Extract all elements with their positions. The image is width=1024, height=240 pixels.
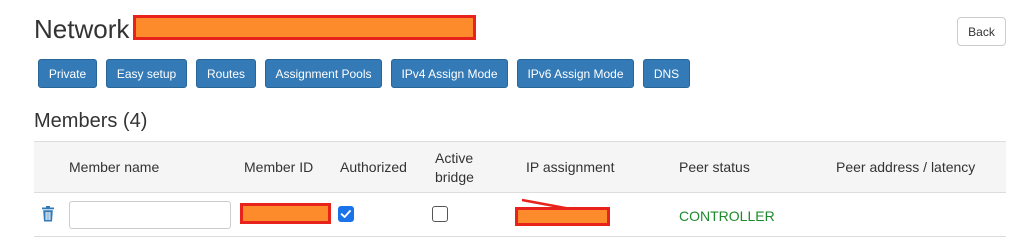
active-bridge-checkbox[interactable] <box>432 206 448 222</box>
members-heading: Members (4) <box>34 110 148 132</box>
redacted-member-id <box>240 203 331 224</box>
row-divider <box>34 236 1006 237</box>
column-header-peer-status: Peer status <box>679 159 750 175</box>
column-header-member-name: Member name <box>69 159 160 175</box>
column-header-ip-assignment: IP assignment <box>526 159 615 175</box>
column-header-active-bridge-line2: bridge <box>435 169 474 185</box>
checkmark-icon <box>340 210 351 218</box>
dns-button[interactable]: DNS <box>643 59 690 88</box>
column-header-peer-address: Peer address / latency <box>836 159 976 175</box>
peer-status-value: CONTROLLER <box>679 208 775 224</box>
member-name-input[interactable] <box>69 201 231 229</box>
easy-setup-button[interactable]: Easy setup <box>106 59 187 88</box>
trash-icon[interactable] <box>41 206 55 222</box>
page-title: Network <box>34 14 130 44</box>
back-button[interactable]: Back <box>957 17 1006 46</box>
private-button[interactable]: Private <box>38 59 97 88</box>
column-header-active-bridge-line1: Active <box>435 150 474 166</box>
assignment-pools-button[interactable]: Assignment Pools <box>265 59 382 88</box>
routes-button[interactable]: Routes <box>196 59 256 88</box>
authorized-checkbox[interactable] <box>338 206 354 222</box>
column-header-member-id: Member ID <box>244 159 314 175</box>
ipv4-assign-mode-button[interactable]: IPv4 Assign Mode <box>391 59 508 88</box>
redacted-ip-assignment <box>515 207 610 226</box>
redacted-network-name <box>133 15 476 40</box>
ipv6-assign-mode-button[interactable]: IPv6 Assign Mode <box>517 59 634 88</box>
column-header-authorized: Authorized <box>340 159 407 175</box>
